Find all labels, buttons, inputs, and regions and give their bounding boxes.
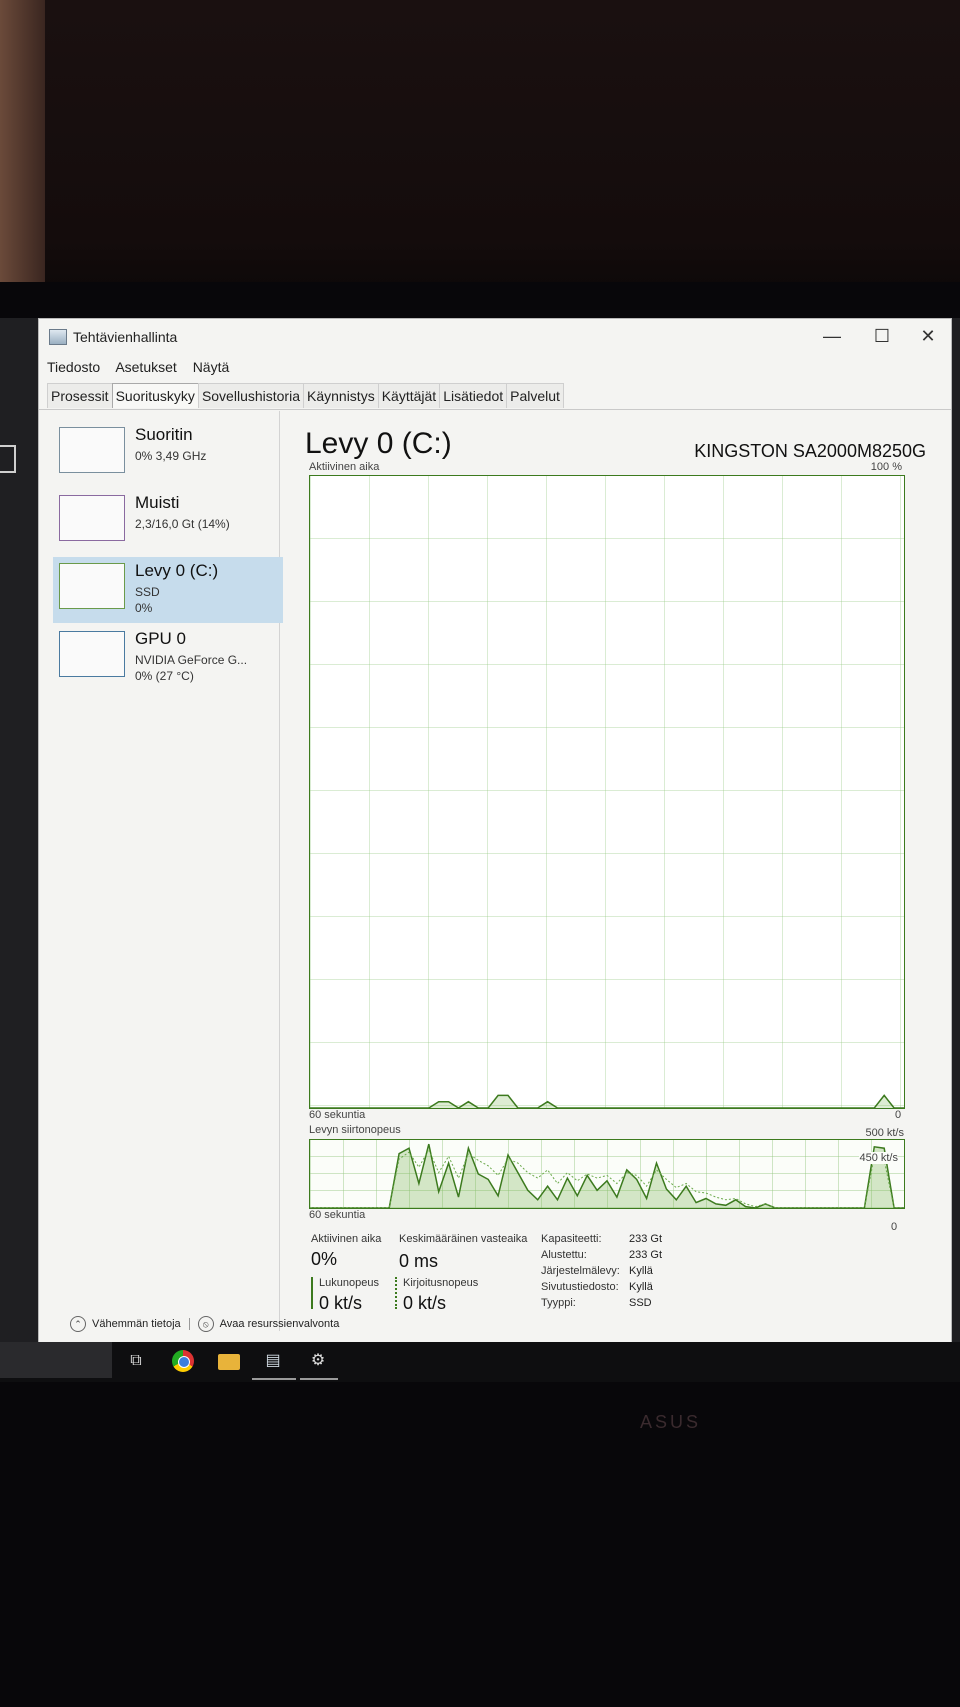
tab-services[interactable]: Palvelut — [506, 383, 564, 408]
sidebar-item-usage: 0% (27 °C) — [135, 669, 194, 683]
series-area — [310, 1095, 904, 1108]
sidebar-item-detail: 0% 3,49 GHz — [135, 449, 207, 463]
file-explorer-icon[interactable] — [218, 1354, 240, 1370]
series-line-1 — [310, 1094, 904, 1108]
transfer-rate-max: 500 kt/s — [865, 1127, 904, 1139]
desktop-edge-icon — [0, 445, 16, 473]
write-legend-bar — [395, 1277, 397, 1309]
info-capacity-label: Kapasiteetti: — [541, 1233, 602, 1245]
memory-thumbnail — [59, 495, 125, 541]
tab-processes[interactable]: Prosessit — [47, 383, 113, 408]
resource-monitor-link[interactable]: Avaa resurssienvalvonta — [220, 1318, 340, 1330]
minimize-button[interactable]: — — [809, 323, 855, 349]
menu-bar: Tiedosto Asetukset Näytä — [47, 359, 241, 375]
sidebar-item-cpu[interactable]: Suoritin 0% 3,49 GHz — [53, 421, 283, 487]
task-manager-active-indicator — [252, 1378, 296, 1380]
disk-thumbnail — [59, 563, 125, 609]
info-type-label: Tyyppi: — [541, 1297, 576, 1309]
transfer-rate-chart — [310, 1143, 904, 1208]
resource-monitor-icon[interactable]: ⦸ — [197, 1316, 214, 1332]
info-system-disk-value: Kyllä — [629, 1265, 653, 1277]
disk-model: KINGSTON SA2000M8250G — [694, 441, 926, 461]
tab-startup[interactable]: Käynnistys — [303, 383, 379, 408]
stat-write-value: 0 kt/s — [403, 1293, 447, 1313]
taskbar-search-area[interactable] — [0, 1342, 112, 1378]
performance-sidebar: Suoritin 0% 3,49 GHz Muisti 2,3/16,0 Gt … — [39, 411, 283, 1331]
active-time-duration: 60 sekuntia — [309, 1109, 366, 1121]
menu-options[interactable]: Asetukset — [115, 359, 176, 375]
stat-active-time-value: 0% — [311, 1249, 338, 1269]
stat-response-label: Keskimääräinen vasteaika — [399, 1233, 528, 1245]
stat-read-value: 0 kt/s — [319, 1293, 363, 1313]
info-type-value: SSD — [629, 1297, 652, 1309]
tab-performance[interactable]: Suorituskyky — [111, 383, 199, 408]
info-page-file-value: Kyllä — [629, 1281, 653, 1293]
info-formatted-value: 233 Gt — [629, 1249, 663, 1261]
active-time-min: 0 — [895, 1109, 902, 1121]
active-time-max: 100 % — [870, 461, 902, 473]
background-wall — [0, 0, 960, 300]
stat-active-time-label: Aktiivinen aika — [311, 1233, 382, 1245]
settings-active-indicator — [300, 1378, 338, 1380]
cpu-thumbnail — [59, 427, 125, 473]
read-legend-bar — [311, 1277, 313, 1309]
tab-app-history[interactable]: Sovellushistoria — [197, 383, 304, 408]
transfer-rate-min: 0 — [891, 1221, 898, 1233]
tab-divider — [39, 409, 951, 410]
sidebar-item-detail: 2,3/16,0 Gt (14%) — [135, 517, 230, 531]
info-system-disk-label: Järjestelmälevy: — [541, 1265, 620, 1277]
disk-detail-panel: Levy 0 (C:) KINGSTON SA2000M8250G Aktiiv… — [289, 411, 944, 1361]
active-time-graph — [309, 475, 905, 1109]
settings-icon[interactable]: ⚙ — [307, 1350, 329, 1372]
menu-view[interactable]: Näytä — [193, 359, 230, 375]
transfer-rate-label: Levyn siirtonopeus — [309, 1124, 401, 1136]
close-button[interactable]: ✕ — [905, 323, 951, 349]
background-door — [0, 0, 45, 285]
task-view-icon[interactable]: ⧉ — [125, 1350, 147, 1372]
gpu-thumbnail — [59, 631, 125, 677]
task-manager-icon[interactable]: ▤ — [262, 1350, 284, 1372]
task-manager-app-icon — [49, 329, 67, 345]
taskbar: ⧉ ▤ ⚙ — [0, 1342, 960, 1382]
chevron-up-icon[interactable]: ⌃ — [70, 1316, 86, 1332]
tab-details[interactable]: Lisätiedot — [439, 383, 508, 408]
transfer-rate-duration: 60 sekuntia — [309, 1209, 366, 1221]
monitor-brand-logo: ASUS — [640, 1412, 702, 1432]
page-title: Levy 0 (C:) — [305, 427, 452, 460]
chrome-icon[interactable] — [172, 1350, 194, 1372]
fewer-details-link[interactable]: Vähemmän tietoja — [92, 1318, 181, 1330]
window-title: Tehtävienhallinta — [73, 329, 178, 345]
title-bar[interactable]: Tehtävienhallinta — ☐ ✕ — [39, 319, 951, 353]
active-time-chart — [310, 1094, 904, 1108]
footer-separator — [188, 1318, 190, 1330]
sidebar-item-memory[interactable]: Muisti 2,3/16,0 Gt (14%) — [53, 489, 283, 555]
stat-response-value: 0 ms — [399, 1251, 439, 1271]
sidebar-item-label: Suoritin — [135, 425, 193, 444]
menu-file[interactable]: Tiedosto — [47, 359, 100, 375]
sidebar-item-detail: NVIDIA GeForce G... — [135, 653, 248, 667]
tab-bar: Prosessit Suorituskyky Sovellushistoria Käy… — [47, 383, 564, 409]
sidebar-item-label: GPU 0 — [135, 629, 187, 648]
stat-write-label: Kirjoitusnopeus — [403, 1277, 479, 1289]
sidebar-item-gpu[interactable]: GPU 0 NVIDIA GeForce G... 0% (27 °C) — [53, 625, 283, 691]
sidebar-item-label: Levy 0 (C:) — [135, 561, 219, 580]
stat-read-label: Lukunopeus — [319, 1277, 379, 1289]
info-page-file-label: Sivutustiedosto: — [541, 1281, 619, 1293]
task-manager-window: Tehtävienhallinta — ☐ ✕ Tiedosto Asetuks… — [38, 318, 952, 1375]
tab-users[interactable]: Käyttäjät — [377, 383, 441, 408]
transfer-rate-graph — [309, 1139, 905, 1209]
sidebar-item-detail: SSD — [135, 585, 160, 599]
info-capacity-value: 233 Gt — [629, 1233, 663, 1245]
maximize-button[interactable]: ☐ — [859, 323, 905, 349]
sidebar-item-usage: 0% — [135, 601, 153, 615]
info-formatted-label: Alustettu: — [541, 1249, 587, 1261]
footer-links: ⌃ Vähemmän tietoja ⦸ Avaa resurssienvalvont… — [70, 1316, 339, 1332]
active-time-label: Aktiivinen aika — [309, 461, 380, 473]
sidebar-item-label: Muisti — [135, 493, 180, 512]
transfer-rate-marker: 450 kt/s — [859, 1152, 898, 1164]
sidebar-item-disk[interactable]: Levy 0 (C:) SSD 0% — [53, 557, 283, 623]
